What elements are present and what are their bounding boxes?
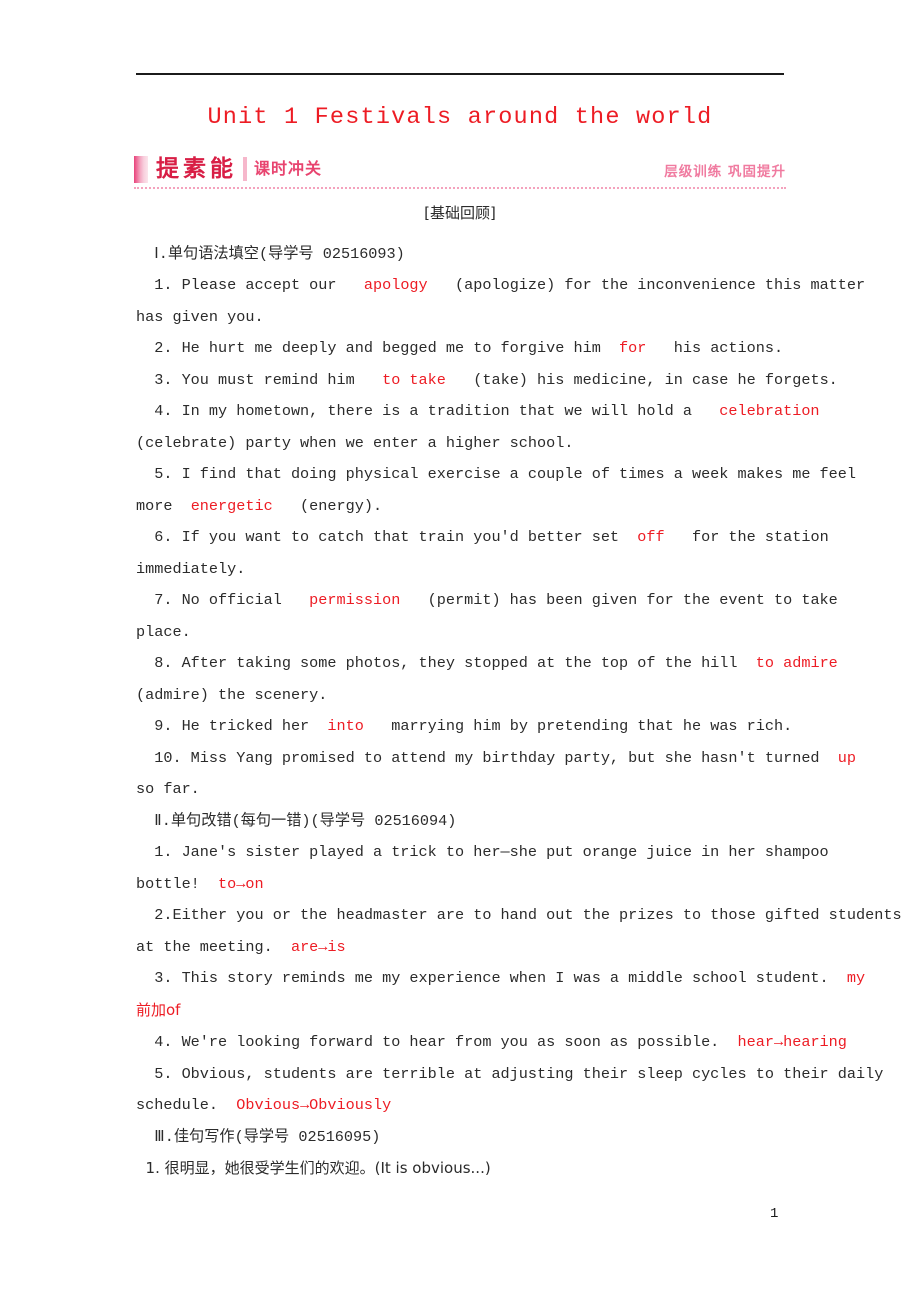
section-banner: 提素能 课时冲关 层级训练 巩固提升 bbox=[134, 152, 786, 190]
question-text: 3. You must remind him bbox=[136, 370, 383, 389]
exercise-line: bottle! to→on bbox=[136, 869, 836, 901]
answer-text: to admire bbox=[755, 654, 838, 672]
exercise-line: at the meeting. are→is bbox=[136, 932, 836, 964]
answer-text: permission bbox=[309, 591, 401, 609]
section-heading-2: Ⅱ.单句改错(每句一错)(导学号 02516094) bbox=[136, 811, 457, 830]
answer-text: energetic bbox=[190, 496, 273, 515]
exercise-line: 5. Obvious, students are terrible at adj… bbox=[136, 1059, 883, 1091]
exercise-line: so far. bbox=[136, 774, 836, 806]
question-text: 8. After taking some photos, they stoppe… bbox=[136, 654, 756, 672]
exercise-line: 3. You must remind him to take (take) hi… bbox=[136, 365, 838, 397]
exercise-line: more energetic (energy). bbox=[136, 491, 836, 523]
question-text: at the meeting. bbox=[136, 937, 291, 956]
page-title: Unit 1 Festivals around the world bbox=[207, 104, 713, 131]
question-text: 5. I find that doing physical exercise a… bbox=[136, 465, 857, 483]
answer-text: to take bbox=[382, 370, 446, 389]
answer-text: are→is bbox=[290, 937, 346, 956]
answer-text: off bbox=[637, 528, 665, 546]
question-text: 1. Jane's sister played a trick to her—s… bbox=[136, 843, 829, 861]
exercise-line: place. bbox=[136, 617, 836, 649]
question-text: bottle! bbox=[136, 874, 219, 893]
question-text: schedule. bbox=[136, 1096, 237, 1114]
question-text: more bbox=[136, 496, 191, 515]
question-text: has given you. bbox=[136, 307, 264, 326]
exercise-line: 1. Jane's sister played a trick to her—s… bbox=[136, 837, 836, 869]
banner-dotted-rule bbox=[134, 187, 786, 189]
banner-left-group: 提素能 课时冲关 bbox=[134, 152, 322, 186]
gradient-bar-icon bbox=[134, 155, 148, 183]
question-text: for the station bbox=[664, 528, 829, 546]
exercise-line: 1. Please accept our apology (apologize)… bbox=[136, 270, 865, 302]
answer-text: celebration bbox=[719, 402, 820, 420]
question-text: 10. Miss Yang promised to attend my birt… bbox=[136, 748, 838, 767]
exercise-content: [基础回顾] Ⅰ.单句语法填空(导学号 02516093) 1. Please … bbox=[136, 198, 902, 1186]
question-text: 9. He tricked her bbox=[136, 717, 328, 735]
exercise-line: immediately. bbox=[136, 554, 836, 586]
exercise-line: 8. After taking some photos, they stoppe… bbox=[136, 648, 838, 680]
banner-subtitle: 课时冲关 bbox=[254, 159, 323, 178]
section-heading-1: Ⅰ.单句语法填空(导学号 02516093) bbox=[136, 244, 405, 263]
exercise-line: 10. Miss Yang promised to attend my birt… bbox=[136, 743, 856, 775]
section-heading-3: Ⅲ.佳句写作(导学号 02516095) bbox=[136, 1127, 381, 1146]
answer-text: up bbox=[837, 748, 857, 767]
question-text: so far. bbox=[136, 780, 200, 798]
exercise-line: 4. In my hometown, there is a tradition … bbox=[136, 396, 836, 428]
exercise-line: 7. No official permission (permit) has b… bbox=[136, 585, 838, 617]
exercise-line: 前加of bbox=[136, 995, 836, 1028]
question-text: immediately. bbox=[136, 559, 246, 578]
question-text: 2. He hurt me deeply and begged me to fo… bbox=[136, 339, 620, 357]
header-rule bbox=[136, 73, 784, 75]
review-heading: [基础回顾] bbox=[424, 204, 496, 222]
question-text: 3. This story reminds me my experience w… bbox=[136, 969, 847, 987]
question-text: 5. Obvious, students are terrible at adj… bbox=[136, 1064, 884, 1083]
answer-text: my bbox=[846, 969, 866, 987]
exercise-line: 4. We're looking forward to hear from yo… bbox=[136, 1027, 847, 1059]
question-text: marrying him by pretending that he was r… bbox=[363, 717, 793, 735]
answer-text: 前加of bbox=[136, 1000, 181, 1019]
question-text: (celebrate) party when we enter a higher… bbox=[136, 433, 574, 452]
exercise-line: has given you. bbox=[136, 302, 836, 334]
question-text: (permit) has been given for the event to… bbox=[400, 591, 838, 609]
answer-text: for bbox=[619, 339, 647, 357]
page-root: Unit 1 Festivals around the world 提素能 课时… bbox=[0, 0, 920, 1302]
exercise-line: 1. 很明显，她很受学生们的欢迎。(It is obvious...) bbox=[136, 1153, 836, 1186]
question-text: (apologize) for the inconvenience this m… bbox=[427, 276, 866, 294]
question-text: place. bbox=[136, 622, 191, 641]
answer-text: hear→hearing bbox=[737, 1033, 847, 1051]
answer-text: apology bbox=[363, 276, 428, 294]
question-text: 4. We're looking forward to hear from yo… bbox=[136, 1033, 738, 1051]
answer-text: into bbox=[327, 717, 364, 735]
banner-note: 层级训练 巩固提升 bbox=[664, 164, 786, 180]
question-text: 1. 很明显，她很受学生们的欢迎。(It is obvious...) bbox=[136, 1159, 491, 1177]
question-text: (admire) the scenery. bbox=[136, 685, 328, 704]
exercise-line: 3. This story reminds me my experience w… bbox=[136, 963, 865, 995]
answer-text: Obvious→Obviously bbox=[236, 1096, 392, 1114]
exercise-line: 6. If you want to catch that train you'd… bbox=[136, 522, 836, 554]
question-text: 4. In my hometown, there is a tradition … bbox=[136, 402, 720, 420]
exercise-line: 2.Either you or the headmaster are to ha… bbox=[136, 900, 901, 932]
question-text: 7. No official bbox=[136, 591, 310, 609]
question-text: 2.Either you or the headmaster are to ha… bbox=[136, 906, 902, 924]
banner-title: 提素能 bbox=[156, 155, 237, 182]
question-text: (energy). bbox=[272, 496, 383, 515]
exercise-line: schedule. Obvious→Obviously bbox=[136, 1090, 836, 1122]
answer-text: to→on bbox=[218, 874, 264, 893]
exercise-line: 5. I find that doing physical exercise a… bbox=[136, 459, 856, 491]
question-text: his actions. bbox=[646, 339, 784, 357]
banner-divider-icon bbox=[243, 157, 247, 181]
question-text: (take) his medicine, in case he forgets. bbox=[445, 370, 838, 389]
question-text: 1. Please accept our bbox=[136, 276, 364, 294]
exercise-line: (celebrate) party when we enter a higher… bbox=[136, 428, 836, 460]
exercise-line: (admire) the scenery. bbox=[136, 680, 836, 712]
exercise-line: 9. He tricked her into marrying him by p… bbox=[136, 711, 836, 743]
question-text: 6. If you want to catch that train you'd… bbox=[136, 528, 638, 546]
exercise-line: 2. He hurt me deeply and begged me to fo… bbox=[136, 333, 836, 365]
page-number: 1 bbox=[770, 1206, 779, 1222]
